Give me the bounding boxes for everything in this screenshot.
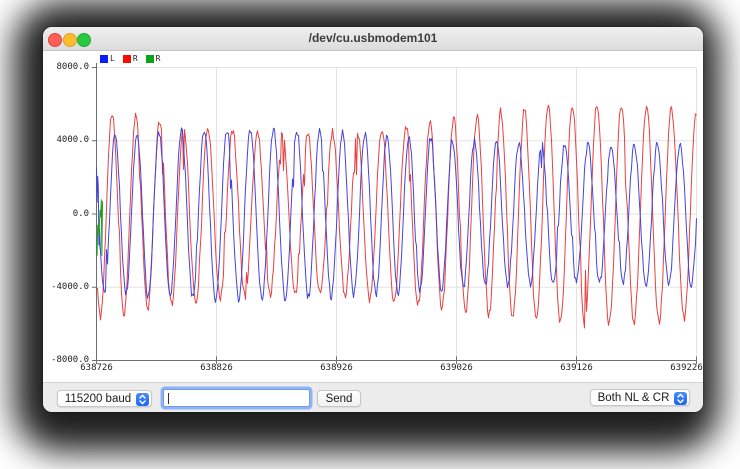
x-axis-tick-label: 638926 [307,363,367,373]
x-axis-tick-label: 638726 [67,363,127,373]
x-axis-tick-label: 639126 [547,363,607,373]
legend-swatch-blue [100,55,108,63]
send-button-label: Send [326,393,353,405]
series-line [97,200,103,256]
chevron-up-down-icon [136,393,149,406]
x-axis-labels: 638726638826638926639026639126639226 [96,363,697,375]
plot-legend: L R R [100,54,168,63]
title-bar: /dev/cu.usbmodem101 [43,27,703,51]
baud-rate-select[interactable]: 115200 baud [57,390,152,407]
serial-message-input[interactable] [163,389,310,407]
y-axis-tick-label: 8000.0 [56,62,89,72]
window-title: /dev/cu.usbmodem101 [43,27,703,50]
legend-swatch-red [123,55,131,63]
y-axis-tick-label: 4000.0 [56,135,89,145]
send-button[interactable]: Send [317,390,361,407]
legend-label: L [110,54,115,63]
legend-label: R [156,54,161,63]
x-axis-tick-label: 639026 [427,363,487,373]
baud-rate-value: 115200 baud [62,393,134,405]
plot-area [96,67,697,361]
y-axis-tick-label: 0.0 [73,209,89,219]
series-line [100,128,697,303]
serial-plotter-window: /dev/cu.usbmodem101 L R R 8000.0 4000.0 0.… [43,27,703,412]
legend-swatch-green [146,55,154,63]
x-axis-tick-label: 639226 [657,363,704,373]
serial-plot [96,67,697,361]
text-caret [168,393,169,404]
legend-label: R [133,54,138,63]
x-axis-tick-label: 638826 [187,363,247,373]
y-axis-labels: 8000.04000.00.0-4000.0-8000.0 [43,67,92,361]
line-ending-value: Both NL & CR [595,392,672,404]
y-axis-tick-label: -4000.0 [51,282,89,292]
bottom-control-bar: 115200 baud Send Both NL & CR [43,382,703,412]
chevron-up-down-icon [674,392,687,405]
line-ending-select[interactable]: Both NL & CR [590,389,690,406]
screenshot-stage: /dev/cu.usbmodem101 L R R 8000.0 4000.0 0.… [0,0,740,469]
